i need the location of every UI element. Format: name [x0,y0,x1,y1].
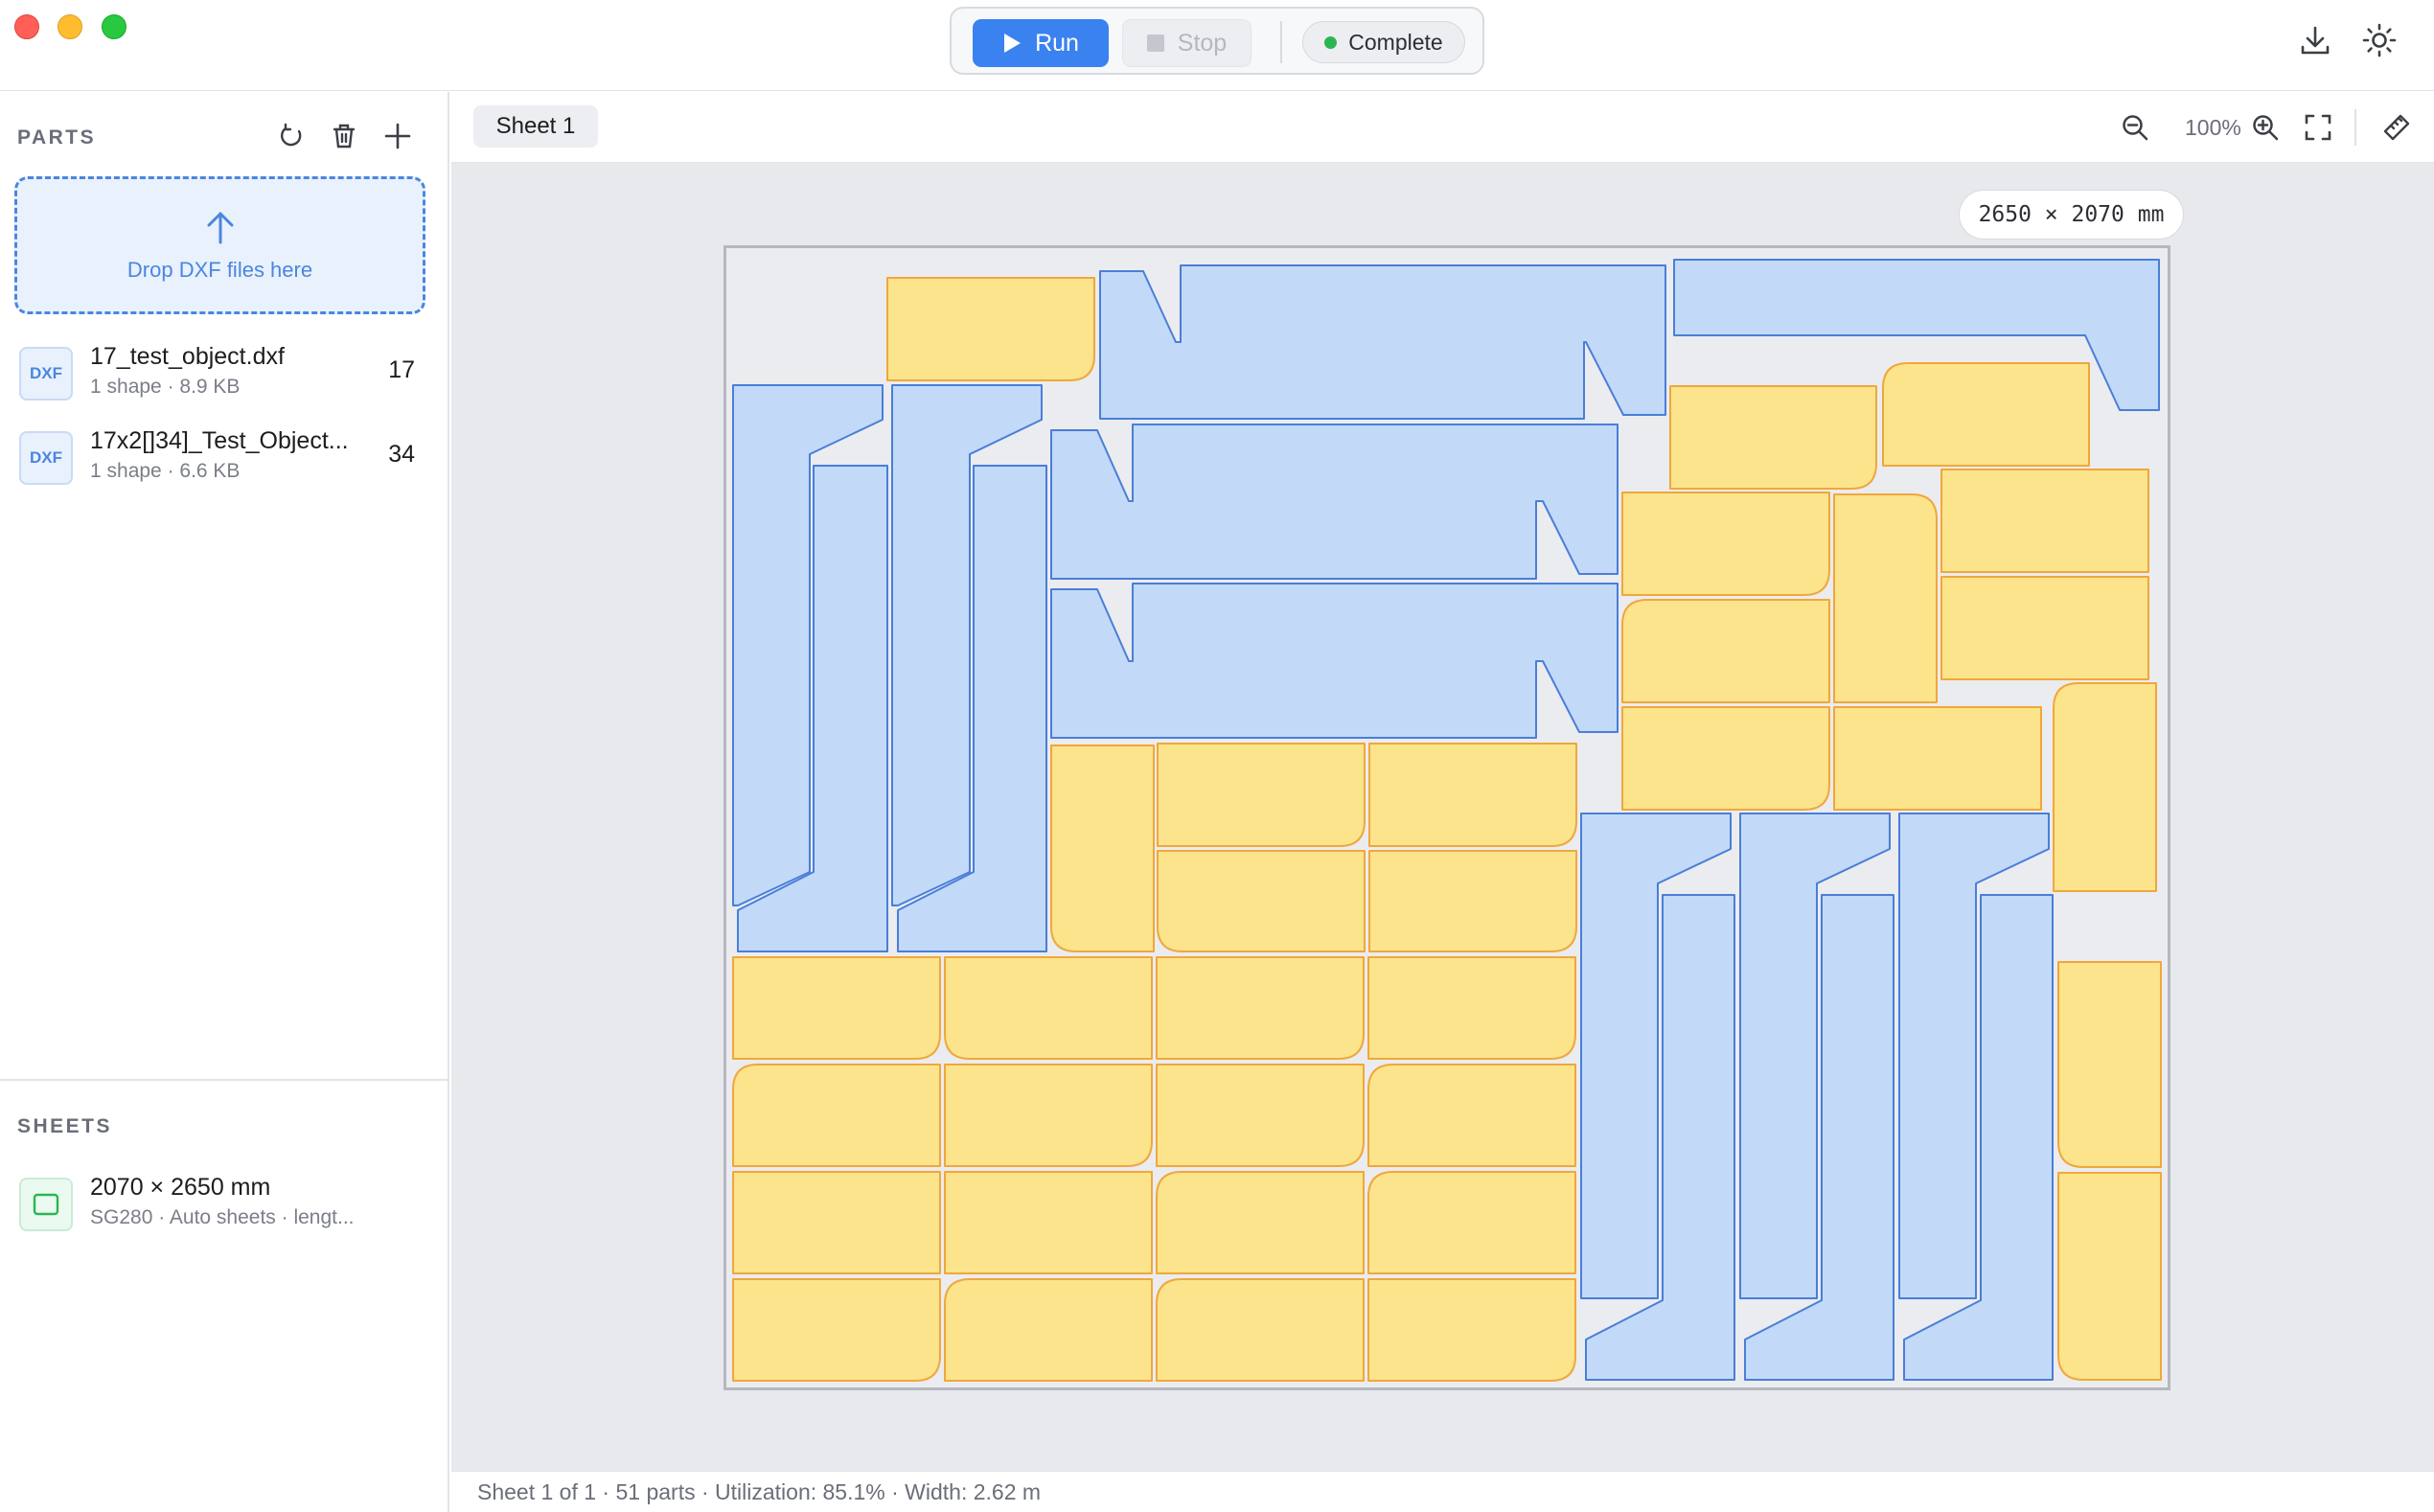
yellow-part[interactable] [1940,576,2149,680]
file-item[interactable]: DXF 17x2[]34]_Test_Object... 1 shape · 6… [19,424,426,491]
tab-sheet-1[interactable]: Sheet 1 [473,105,598,148]
yellow-part[interactable] [1833,493,1938,703]
stop-button-label: Stop [1177,29,1228,57]
yellow-part[interactable] [1621,599,1830,703]
ruler-icon[interactable] [2379,110,2414,145]
yellow-part[interactable] [1157,743,1366,847]
file-item[interactable]: DXF 17_test_object.dxf 1 shape · 8.9 KB … [19,339,426,406]
file-name: 17_test_object.dxf [90,343,285,370]
stop-icon [1146,34,1164,52]
blue-part[interactable] [1099,264,1666,420]
blue-part[interactable] [1050,424,1619,580]
upload-arrow-icon [207,212,233,244]
blue-part[interactable] [1050,583,1619,739]
run-button-label: Run [1035,29,1079,57]
sheet-tab-bar: Sheet 1 100% [451,92,2434,163]
sheet-icon [19,1178,73,1231]
plus-icon[interactable] [380,119,415,153]
yellow-part[interactable] [732,956,941,1060]
nest-canvas[interactable] [723,245,2170,1390]
nested-parts [732,259,2162,1382]
brightness-icon[interactable] [2360,21,2399,59]
file-quantity: 34 [388,441,415,468]
file-name: 17x2[]34]_Test_Object... [90,427,349,454]
yellow-part[interactable] [1621,706,1830,811]
sheet-meta: SG280 · Auto sheets · lengt... [90,1206,355,1228]
file-meta: 1 shape · 6.6 KB [90,460,241,482]
status-label: Complete [1348,29,1443,55]
sheets-section-label: SHEETS [17,1115,113,1137]
yellow-part[interactable] [1669,385,1877,490]
dxf-file-icon: DXF [19,431,73,485]
close-window-button[interactable] [14,14,39,39]
status-bar: Sheet 1 of 1 · 51 parts · Utilization: 8… [451,1471,2434,1512]
play-icon [1004,34,1022,53]
yellow-part[interactable] [2053,682,2157,892]
sheet-dimension-label: 2650 × 2070 mm [1959,190,2184,240]
yellow-part[interactable] [1050,745,1155,952]
status-badge: Complete [1302,21,1465,63]
file-quantity: 17 [388,356,415,383]
zoom-in-icon[interactable] [2248,110,2283,145]
sidebar: PARTS Drop DXF files here DXF 17_test_ob… [0,92,449,1512]
reset-icon[interactable] [274,119,309,153]
yellow-part[interactable] [1367,956,1576,1060]
yellow-part[interactable] [1156,1064,1365,1167]
trash-icon[interactable] [327,119,361,153]
zoom-level: 100% [2185,115,2241,140]
fit-screen-icon[interactable] [2301,110,2335,145]
zoom-out-icon[interactable] [2118,110,2152,145]
status-dot [1324,35,1338,49]
minimize-window-button[interactable] [57,14,82,39]
toolbar-separator [2354,109,2356,146]
file-meta: 1 shape · 8.9 KB [90,376,241,398]
yellow-part[interactable] [2057,961,2162,1168]
title-bar: Run Stop Complete [0,0,2434,91]
dxf-dropzone[interactable]: Drop DXF files here [14,176,425,314]
yellow-part[interactable] [886,277,1095,381]
section-divider [0,1079,449,1081]
yellow-part[interactable] [1940,469,2149,573]
status-bar-text: Sheet 1 of 1 · 51 parts · Utilization: 8… [477,1478,1042,1504]
zoom-window-button[interactable] [102,14,126,39]
yellow-part[interactable] [1156,1278,1365,1382]
download-icon[interactable] [2296,21,2334,59]
yellow-part[interactable] [1833,706,2042,811]
dropzone-text: Drop DXF files here [126,258,313,282]
yellow-part[interactable] [1157,850,1366,952]
yellow-part[interactable] [1882,362,2090,467]
yellow-part[interactable] [732,1064,941,1167]
yellow-part[interactable] [732,1278,941,1382]
yellow-part[interactable] [1156,1171,1365,1274]
yellow-part[interactable] [1368,850,1577,952]
yellow-part[interactable] [1621,492,1830,596]
run-controls: Run Stop Complete [950,7,1484,75]
run-button[interactable]: Run [973,19,1109,67]
yellow-part[interactable] [1367,1171,1576,1274]
yellow-part[interactable] [732,1171,941,1274]
toolbar-separator [1280,21,1282,63]
main-panel: Sheet 1 100% 2650 × 2070 mm [451,92,2434,1512]
sheet-item[interactable]: 2070 × 2650 mm SG280 · Auto sheets · len… [19,1170,426,1237]
yellow-part[interactable] [944,1278,1153,1382]
yellow-part[interactable] [944,1171,1153,1274]
stop-button[interactable]: Stop [1122,19,1251,67]
yellow-part[interactable] [1368,743,1577,847]
yellow-part[interactable] [1367,1278,1576,1382]
parts-section-label: PARTS [17,126,97,149]
yellow-part[interactable] [1156,956,1365,1060]
dxf-file-icon: DXF [19,347,73,401]
sheet-name: 2070 × 2650 mm [90,1174,271,1201]
yellow-part[interactable] [944,1064,1153,1167]
yellow-part[interactable] [944,956,1153,1060]
yellow-part[interactable] [1367,1064,1576,1167]
yellow-part[interactable] [2057,1172,2162,1381]
